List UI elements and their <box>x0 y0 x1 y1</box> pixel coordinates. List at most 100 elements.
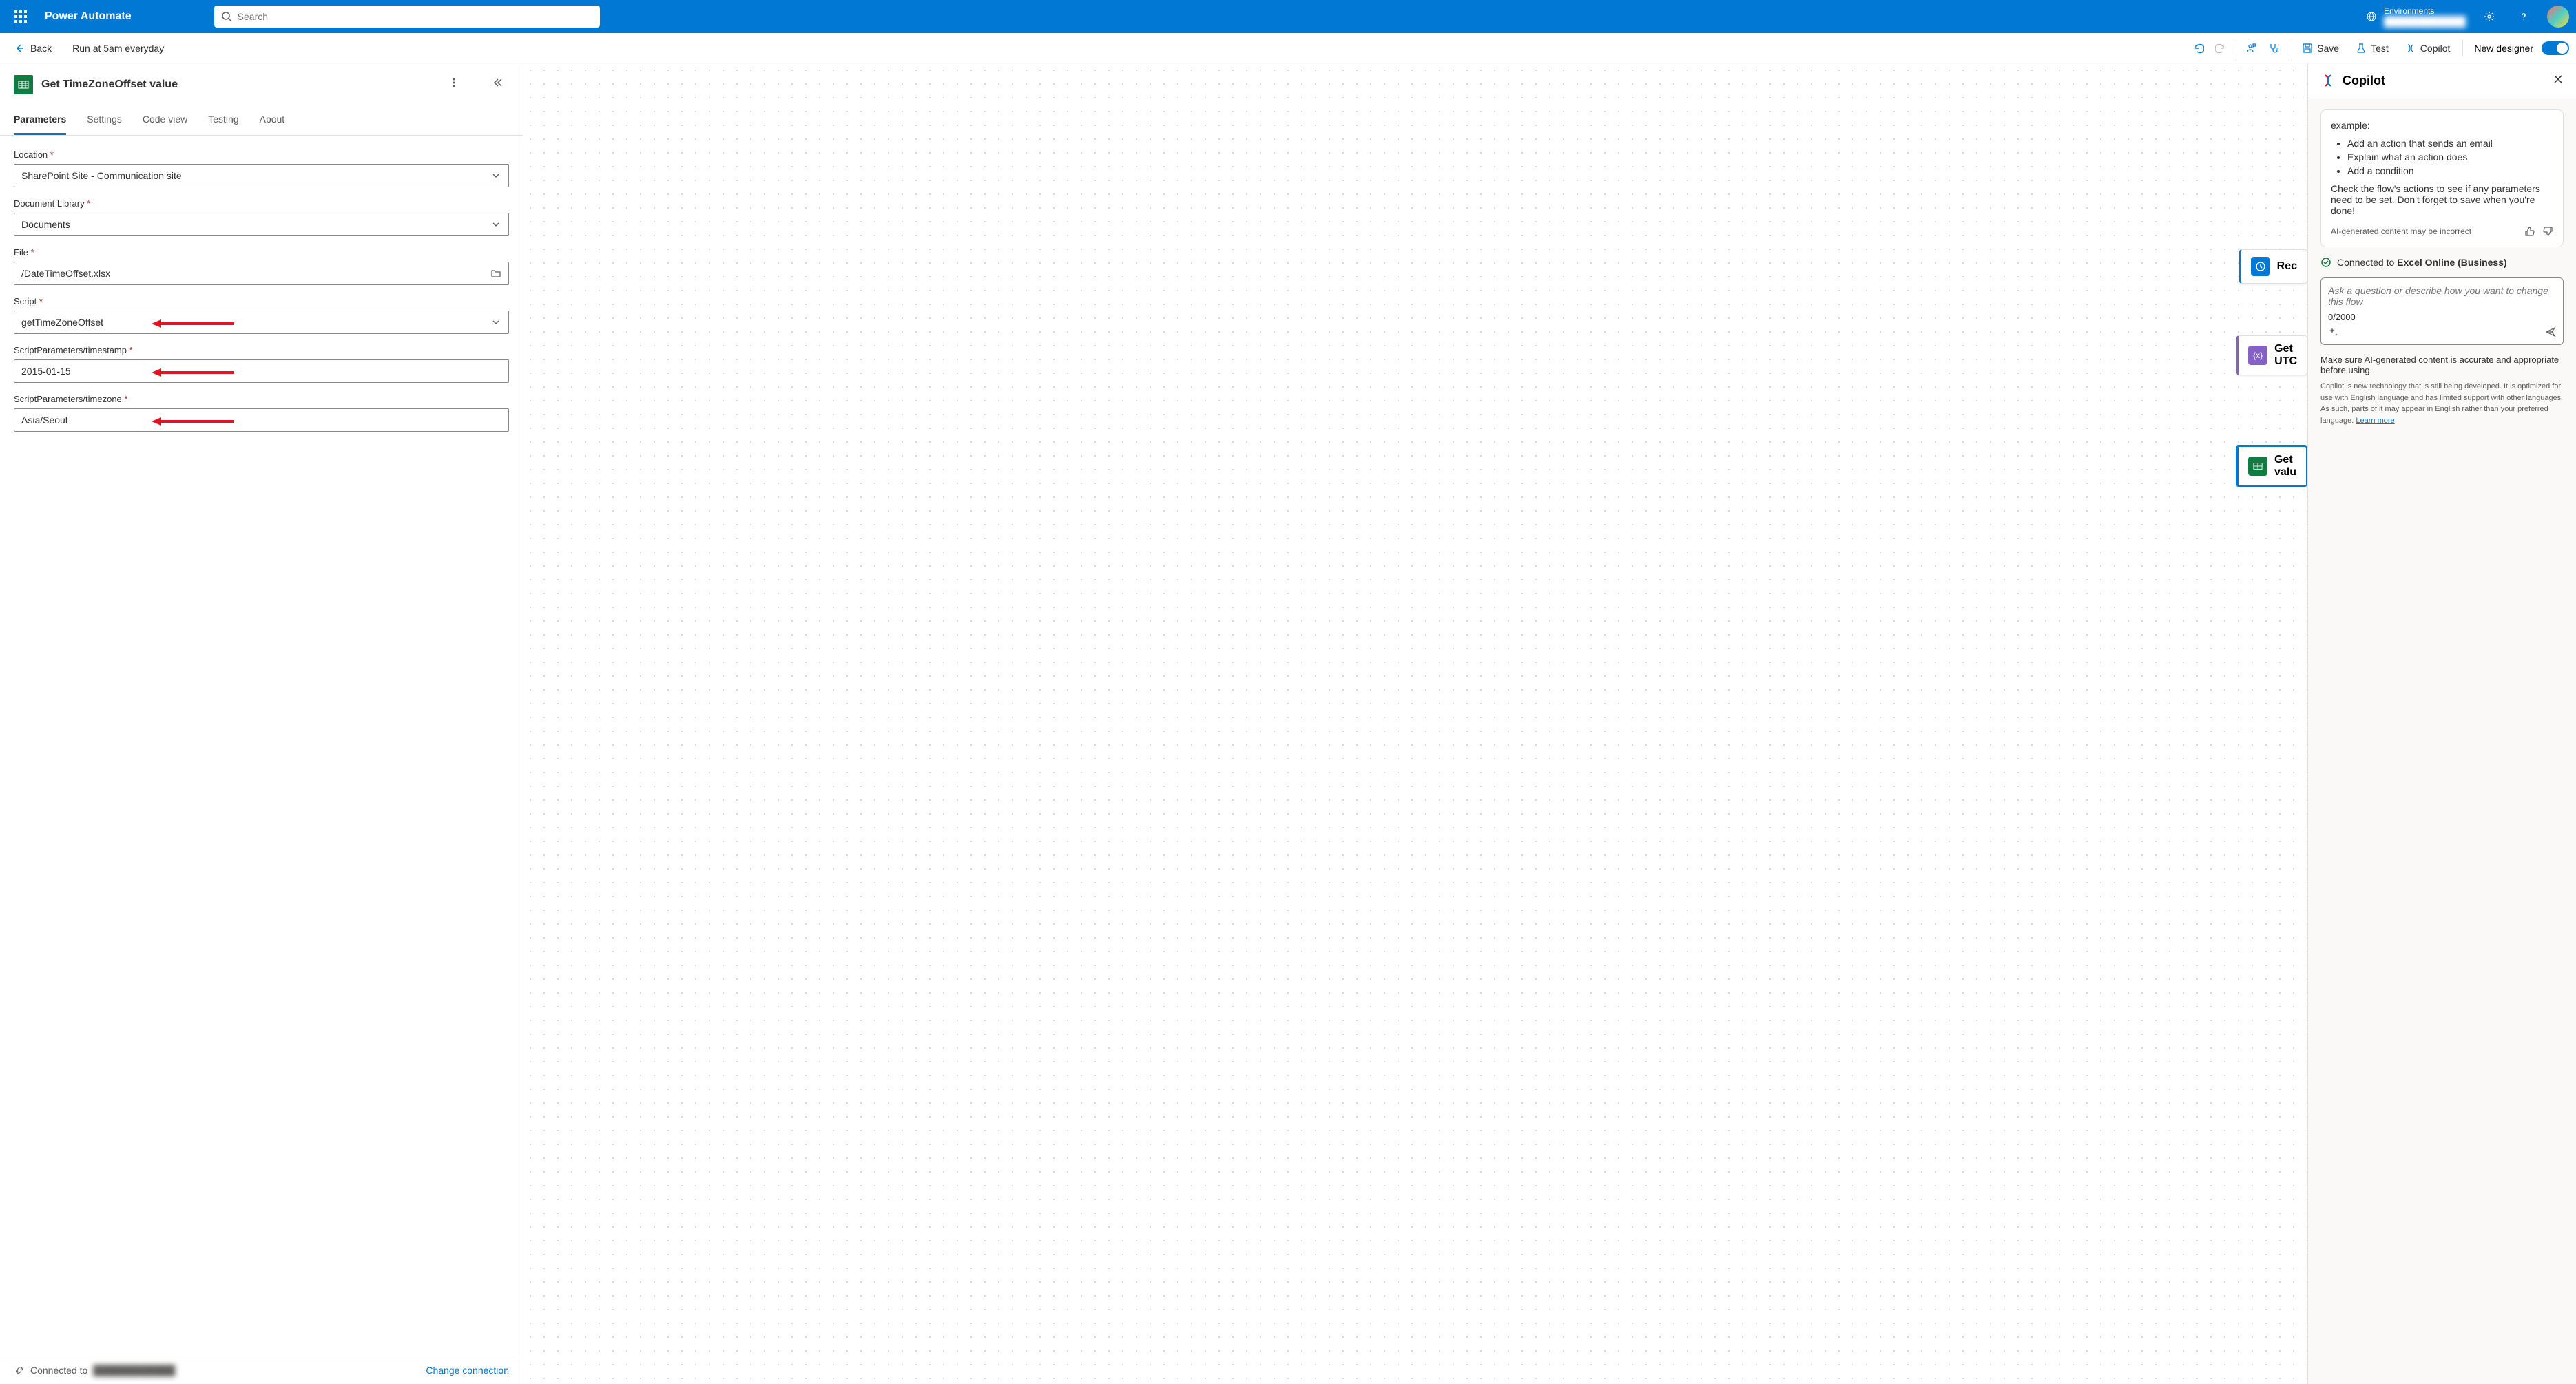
main-area: Get TimeZoneOffset value Parameters Sett… <box>0 63 2576 1384</box>
close-copilot-button[interactable] <box>2553 74 2564 88</box>
tab-parameters[interactable]: Parameters <box>14 105 66 135</box>
collapse-button[interactable] <box>487 74 509 94</box>
clock-icon <box>2251 257 2270 276</box>
thumbs-down-icon[interactable] <box>2542 226 2553 237</box>
waffle-icon <box>14 10 27 23</box>
card-label: UTC <box>2274 355 2297 368</box>
field-doclib: Document Library * Documents <box>14 198 509 236</box>
link-icon <box>14 1365 25 1376</box>
search-box[interactable] <box>214 6 600 28</box>
card-label: Rec <box>2277 260 2297 273</box>
ai-notice: AI-generated content may be incorrect <box>2331 227 2471 236</box>
input-script[interactable]: getTimeZoneOffset <box>14 311 509 334</box>
variable-icon: {x} <box>2248 346 2267 365</box>
value-timestamp: 2015-01-15 <box>21 366 71 377</box>
redo-button[interactable] <box>2211 39 2230 58</box>
flow-canvas[interactable]: Rec {x} Get UTC Get valu <box>523 63 2307 1384</box>
gear-icon <box>2484 11 2495 22</box>
tab-code-view[interactable]: Code view <box>143 105 187 135</box>
save-label: Save <box>2317 43 2339 54</box>
save-icon <box>2302 43 2313 54</box>
copilot-body: example: Add an action that sends an ema… <box>2308 98 2576 1384</box>
value-location: SharePoint Site - Communication site <box>21 170 182 181</box>
chevron-down-icon <box>490 219 501 230</box>
back-button[interactable]: Back <box>7 39 59 58</box>
flow-name: Run at 5am everyday <box>72 43 164 54</box>
send-icon[interactable] <box>2545 326 2556 337</box>
copilot-bullet: Add a condition <box>2347 165 2553 176</box>
copilot-input[interactable] <box>2328 285 2556 307</box>
canvas-card-variable[interactable]: {x} Get UTC <box>2236 335 2307 375</box>
input-timezone[interactable]: Asia/Seoul <box>14 408 509 432</box>
card-label: valu <box>2274 466 2296 479</box>
search-icon <box>221 11 232 22</box>
parameters-form: Location * SharePoint Site - Communicati… <box>0 136 523 457</box>
undo-icon <box>2193 43 2204 54</box>
char-count: 0/2000 <box>2328 312 2556 322</box>
panel-tabs: Parameters Settings Code view Testing Ab… <box>0 105 523 136</box>
thumbs-up-icon[interactable] <box>2524 226 2535 237</box>
copilot-logo-icon <box>2320 73 2336 88</box>
field-timezone: ScriptParameters/timezone * Asia/Seoul <box>14 394 509 432</box>
input-location[interactable]: SharePoint Site - Communication site <box>14 164 509 187</box>
environments-label: Environments <box>2384 6 2466 16</box>
value-script: getTimeZoneOffset <box>21 317 103 328</box>
field-timestamp: ScriptParameters/timestamp * 2015-01-15 <box>14 345 509 383</box>
waffle-menu[interactable] <box>7 3 34 30</box>
copilot-bullet: Explain what an action does <box>2347 151 2553 162</box>
copilot-button[interactable]: Copilot <box>2398 39 2458 58</box>
input-file[interactable]: /DateTimeOffset.xlsx <box>14 262 509 285</box>
more-button[interactable] <box>443 74 465 94</box>
copilot-check-text: Check the flow's actions to see if any p… <box>2331 183 2553 216</box>
copilot-bullet: Add an action that sends an email <box>2347 138 2553 149</box>
search-input[interactable] <box>238 11 593 22</box>
connection-name: ████████████ <box>93 1365 175 1376</box>
avatar[interactable] <box>2547 6 2569 28</box>
check-circle-icon <box>2320 257 2331 268</box>
redo-icon <box>2215 43 2226 54</box>
feedback-button[interactable] <box>2242 39 2261 58</box>
environment-selector[interactable]: Environments ████████████ <box>2366 6 2466 27</box>
canvas-card-excel-selected[interactable]: Get valu <box>2236 445 2307 487</box>
value-timezone: Asia/Seoul <box>21 415 67 426</box>
tab-settings[interactable]: Settings <box>87 105 122 135</box>
field-location: Location * SharePoint Site - Communicati… <box>14 149 509 187</box>
change-connection-link[interactable]: Change connection <box>426 1365 509 1376</box>
new-designer-toggle[interactable] <box>2542 41 2569 55</box>
flask-icon <box>2356 43 2367 54</box>
tab-testing[interactable]: Testing <box>208 105 238 135</box>
tab-about[interactable]: About <box>260 105 285 135</box>
card-label: Get <box>2274 343 2297 355</box>
help-button[interactable] <box>2513 6 2535 28</box>
annotation-arrow <box>152 367 234 378</box>
input-timestamp[interactable]: 2015-01-15 <box>14 359 509 383</box>
canvas-card-recurrence[interactable]: Rec <box>2239 249 2307 284</box>
learn-more-link[interactable]: Learn more <box>2356 417 2394 425</box>
more-vertical-icon <box>448 77 459 88</box>
new-designer-label: New designer <box>2474 43 2533 54</box>
stethoscope-icon <box>2268 43 2279 54</box>
panel-header: Get TimeZoneOffset value <box>0 63 523 105</box>
folder-icon <box>490 268 501 279</box>
sparkle-icon[interactable] <box>2328 326 2339 337</box>
input-doclib[interactable]: Documents <box>14 213 509 236</box>
chevron-down-icon <box>490 170 501 181</box>
annotation-arrow <box>152 318 234 329</box>
arrow-left-icon <box>14 43 25 54</box>
excel-icon <box>2248 457 2267 476</box>
card-label: Get <box>2274 454 2296 466</box>
field-file: File * /DateTimeOffset.xlsx <box>14 247 509 285</box>
connection-status: Connected to Excel Online (Business) <box>2320 257 2564 268</box>
undo-button[interactable] <box>2189 39 2208 58</box>
value-doclib: Documents <box>21 219 70 230</box>
connected-prefix: Connected to <box>2337 257 2397 268</box>
settings-button[interactable] <box>2478 6 2500 28</box>
label-location: Location <box>14 149 48 160</box>
save-button[interactable]: Save <box>2295 39 2346 58</box>
test-button[interactable]: Test <box>2349 39 2396 58</box>
flow-checker-button[interactable] <box>2264 39 2283 58</box>
copilot-intro: example: <box>2331 120 2553 131</box>
environment-name: ████████████ <box>2384 16 2466 27</box>
copilot-input-box[interactable]: 0/2000 <box>2320 277 2564 345</box>
annotation-arrow <box>152 416 234 427</box>
